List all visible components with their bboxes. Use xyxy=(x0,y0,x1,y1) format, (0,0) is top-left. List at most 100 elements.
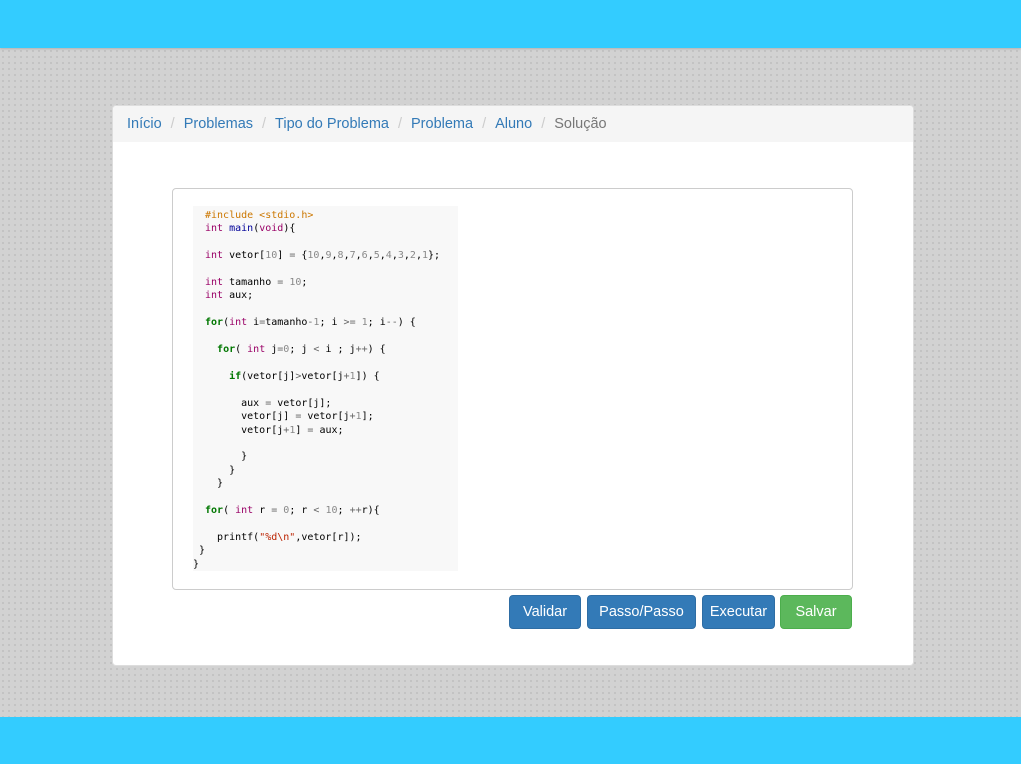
code-token: -- xyxy=(385,317,398,329)
breadcrumb-separator: / xyxy=(262,116,267,132)
code-token: ; xyxy=(301,277,308,289)
code-token: tamanho xyxy=(223,277,278,289)
code-token: } xyxy=(193,558,200,570)
code-token: for xyxy=(205,504,224,516)
passo-a-passo-button[interactable]: Passo/Passo xyxy=(587,595,696,629)
code-token: #include <stdio.h> xyxy=(205,210,314,221)
code-token: aux; xyxy=(313,424,344,436)
top-bar xyxy=(0,0,1021,48)
code-line: } xyxy=(193,450,458,463)
executar-button[interactable]: Executar xyxy=(702,595,775,629)
code-token: } xyxy=(205,478,224,490)
code-token: ; xyxy=(337,504,350,516)
breadcrumb-inicio[interactable]: Início xyxy=(127,116,162,132)
code-token: ( xyxy=(235,344,248,356)
code-token: if xyxy=(229,370,242,382)
code-token: ] xyxy=(277,250,290,262)
breadcrumb-tipo-do-problema[interactable]: Tipo do Problema xyxy=(275,116,389,132)
breadcrumb-separator: / xyxy=(541,116,546,132)
salvar-button[interactable]: Salvar xyxy=(780,595,852,629)
code-token: i ; j xyxy=(319,344,356,356)
breadcrumb-separator: / xyxy=(482,116,487,132)
code-block[interactable]: #include <stdio.h> int main(void){int vet… xyxy=(193,206,458,571)
code-token: vetor[j]; xyxy=(271,397,332,409)
code-token: int xyxy=(205,277,224,289)
code-token: { xyxy=(295,250,308,262)
code-token: vetor[j] xyxy=(205,411,296,423)
code-token: vetor[j xyxy=(301,411,350,423)
breadcrumb-problema[interactable]: Problema xyxy=(411,116,473,132)
code-line: vetor[j+1] = aux; xyxy=(193,424,458,437)
code-token: ){ xyxy=(283,223,296,235)
code-token: ) { xyxy=(397,317,416,329)
code-token: 10 xyxy=(265,250,278,262)
code-editor[interactable]: #include <stdio.h> int main(void){int vet… xyxy=(172,188,853,590)
code-line: printf("%d\n",vetor[r]); xyxy=(193,531,458,544)
breadcrumb-problemas[interactable]: Problemas xyxy=(184,116,253,132)
code-token: (vetor[j] xyxy=(241,370,296,382)
breadcrumb-separator: / xyxy=(170,116,175,132)
code-line: int vetor[10] = {10,9,8,7,6,5,4,3,2,1}; xyxy=(193,249,458,262)
code-token: ]; xyxy=(361,411,374,423)
code-token: } xyxy=(199,545,206,557)
code-token: j xyxy=(265,344,278,356)
code-token: aux xyxy=(205,397,266,409)
code-line: aux = vetor[j]; xyxy=(193,397,458,410)
code-token: r){ xyxy=(361,504,380,516)
code-line: int tamanho = 10; xyxy=(193,276,458,289)
code-token: vetor[ xyxy=(223,250,266,262)
breadcrumb: Início / Problemas / Tipo do Problema / … xyxy=(113,106,913,142)
code-token: int xyxy=(229,317,248,329)
code-token: }; xyxy=(428,250,441,262)
breadcrumb-separator: / xyxy=(397,116,402,132)
code-line: vetor[j] = vetor[j+1]; xyxy=(193,410,458,423)
code-token: vetor[j xyxy=(205,424,284,436)
code-token: ] xyxy=(295,424,308,436)
main-panel: Início / Problemas / Tipo do Problema / … xyxy=(112,105,914,666)
code-token: ; j xyxy=(289,344,314,356)
code-token: ; i xyxy=(367,317,386,329)
code-token: ]) { xyxy=(355,370,380,382)
code-token: r xyxy=(253,504,272,516)
code-token: "%d\n" xyxy=(259,531,296,543)
code-token: int xyxy=(205,290,224,302)
code-line: for( int j=0; j < i ; j++) { xyxy=(193,343,458,356)
code-token: for xyxy=(217,344,236,356)
code-token: int xyxy=(247,344,266,356)
code-line: } xyxy=(193,558,458,571)
breadcrumb-aluno[interactable]: Aluno xyxy=(495,116,532,132)
code-token: printf( xyxy=(205,531,260,543)
code-line: } xyxy=(193,477,458,490)
code-token: ++ xyxy=(349,504,362,516)
code-token: 10 xyxy=(325,504,338,516)
code-line: int aux; xyxy=(193,289,458,302)
code-line: #include <stdio.h> xyxy=(193,209,458,222)
code-token: ) { xyxy=(367,344,386,356)
code-token: int xyxy=(235,504,254,516)
code-token: aux; xyxy=(223,290,254,302)
code-token: ; r xyxy=(289,504,314,516)
code-line: for( int r = 0; r < 10; ++r){ xyxy=(193,504,458,517)
bottom-bar xyxy=(0,717,1021,764)
code-token: } xyxy=(205,464,236,476)
code-token: 10 xyxy=(289,277,302,289)
code-line: int main(void){ xyxy=(193,222,458,235)
code-token: ( xyxy=(223,504,236,516)
code-line: for(int i=tamanho-1; i >= 1; i--) { xyxy=(193,316,458,329)
code-token: ,vetor[r]); xyxy=(295,531,362,543)
code-token: for xyxy=(205,317,224,329)
validar-button[interactable]: Validar xyxy=(509,595,581,629)
code-token: vetor[j xyxy=(301,370,344,382)
breadcrumb-solucao: Solução xyxy=(554,116,607,132)
code-token: ; i xyxy=(319,317,344,329)
code-token: int xyxy=(205,223,224,235)
code-line: } xyxy=(193,544,458,557)
